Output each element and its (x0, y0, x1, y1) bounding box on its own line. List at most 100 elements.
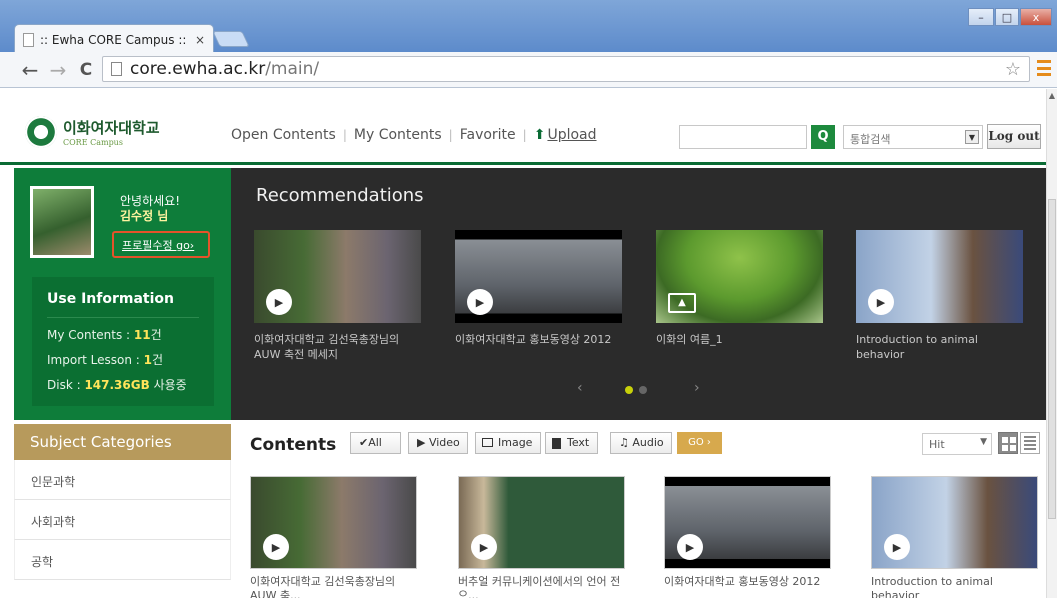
disk-unit: 사용중 (149, 378, 187, 392)
nav-open-contents[interactable]: Open Contents (231, 127, 336, 143)
bookmark-star-icon[interactable]: ☆ (1005, 59, 1021, 80)
recommendation-item[interactable]: ▲ 이화의 여름_1 (656, 230, 823, 347)
carousel-prev-icon[interactable]: ‹ (577, 380, 583, 396)
subject-item[interactable]: 공학 (14, 540, 231, 580)
ewha-emblem-icon (25, 116, 57, 148)
subject-categories: Subject Categories 인문과학 사회과학 공학 (14, 424, 231, 598)
my-contents-unit: 건 (150, 328, 162, 342)
search-input[interactable] (679, 125, 807, 149)
url-host: core.ewha.ac.kr (130, 59, 266, 79)
content-thumbnail[interactable]: ▶ (458, 476, 625, 569)
use-info-title: Use Information (47, 291, 174, 307)
list-view-icon[interactable] (1020, 432, 1040, 454)
nav-favorite[interactable]: Favorite (460, 127, 516, 143)
carousel-next-icon[interactable]: › (694, 380, 700, 396)
grid-view-icon[interactable] (998, 432, 1018, 454)
filter-image-label: Image (498, 436, 533, 449)
recommendation-thumbnail[interactable]: ▶ (254, 230, 421, 323)
play-icon[interactable]: ▶ (471, 534, 497, 560)
content-caption[interactable]: 이화여자대학교 김선욱총장님의 AUW 축... (250, 575, 418, 598)
minimize-button[interactable]: – (968, 8, 994, 26)
sort-select[interactable]: Hit ▼ (922, 433, 992, 455)
chevron-down-icon: ▼ (965, 130, 979, 144)
sort-value: Hit (929, 438, 945, 451)
filter-image-button[interactable]: Image (475, 432, 542, 454)
content-caption[interactable]: 버추얼 커뮤니케이션에서의 언어 전 으... (458, 575, 626, 598)
recommendation-item[interactable]: ▶ 이화여자대학교 홍보동영상 2012 (455, 230, 622, 347)
browser-tab[interactable]: :: Ewha CORE Campus :: × (14, 24, 214, 54)
filter-audio-button[interactable]: ♫ Audio (610, 432, 672, 454)
play-icon[interactable]: ▶ (266, 289, 292, 315)
page-favicon-icon (23, 32, 34, 47)
recommendation-thumbnail[interactable]: ▶ (455, 230, 622, 323)
content-item[interactable]: ▶ Introduction to animal behavior (871, 476, 1039, 598)
recommendation-item[interactable]: ▶ Introduction to animal behavior (856, 230, 1023, 362)
disk-label: Disk : (47, 378, 85, 392)
subject-item[interactable]: 사회과학 (14, 500, 231, 540)
filter-all-button[interactable]: ✔All (350, 432, 401, 454)
search-button[interactable]: Q (811, 125, 835, 149)
import-unit: 건 (151, 353, 164, 367)
search-scope-value: 통합검색 (850, 133, 891, 146)
play-icon[interactable]: ▶ (884, 534, 910, 560)
vertical-scrollbar[interactable]: ▲ (1046, 89, 1057, 598)
recommendation-thumbnail[interactable]: ▶ (856, 230, 1023, 323)
avatar (30, 186, 94, 258)
close-window-button[interactable]: x (1020, 8, 1052, 26)
play-icon[interactable]: ▶ (467, 289, 493, 315)
content-thumbnail[interactable]: ▶ (871, 476, 1038, 569)
upload-icon: ⬆ (533, 127, 546, 143)
filter-text-button[interactable]: Text (545, 432, 599, 454)
url-text: core.ewha.ac.kr/main/ (130, 59, 319, 79)
play-icon[interactable]: ▶ (263, 534, 289, 560)
recommendation-item[interactable]: ▶ 이화여자대학교 김선욱총장님의 AUW 축전 메세지 (254, 230, 421, 362)
content-item[interactable]: ▶ 이화여자대학교 홍보동영상 2012 (664, 476, 832, 589)
divider (47, 317, 199, 318)
content-item[interactable]: ▶ 버추얼 커뮤니케이션에서의 언어 전 으... (458, 476, 626, 598)
go-button[interactable]: GO › (677, 432, 722, 454)
tab-strip: :: Ewha CORE Campus :: × – □ x (0, 0, 1057, 54)
use-information: Use Information My Contents : 11건 Import… (32, 277, 214, 406)
page-icon (111, 62, 122, 76)
logout-button[interactable]: Log out (987, 124, 1041, 149)
scroll-up-icon[interactable]: ▲ (1047, 91, 1057, 100)
content-caption[interactable]: Introduction to animal behavior (871, 575, 1039, 598)
carousel-dot-active[interactable] (625, 386, 633, 394)
address-bar[interactable]: core.ewha.ac.kr/main/ ☆ (102, 56, 1030, 82)
search-scope-select[interactable]: 통합검색 ▼ (843, 125, 983, 149)
nav-separator: | (448, 128, 453, 142)
new-tab-button[interactable] (212, 31, 250, 47)
nav-separator: | (342, 128, 347, 142)
content-caption[interactable]: 이화여자대학교 홍보동영상 2012 (664, 575, 832, 589)
reload-icon[interactable]: C (72, 60, 100, 80)
back-arrow-icon[interactable]: ← (16, 58, 44, 82)
nav-my-contents[interactable]: My Contents (354, 127, 442, 143)
play-icon[interactable]: ▶ (868, 289, 894, 315)
carousel-dot[interactable] (639, 386, 647, 394)
tab-close-icon[interactable]: × (195, 33, 205, 47)
my-contents-value: 11 (133, 328, 151, 342)
browser-menu-icon[interactable] (1037, 60, 1051, 76)
my-contents-count: My Contents : 11건 (32, 326, 214, 343)
greeting-text: 안녕하세요! (120, 194, 181, 208)
forward-arrow-icon[interactable]: → (44, 58, 72, 82)
maximize-button[interactable]: □ (995, 8, 1019, 26)
subject-item[interactable]: 인문과학 (14, 460, 231, 500)
play-icon[interactable]: ▶ (677, 534, 703, 560)
import-lesson-count: Import Lesson : 1건 (32, 351, 214, 368)
content-thumbnail[interactable]: ▶ (664, 476, 831, 569)
content-thumbnail[interactable]: ▶ (250, 476, 417, 569)
nav-upload[interactable]: Upload (547, 127, 596, 143)
filter-video-button[interactable]: ▶ Video (408, 432, 468, 454)
image-icon: ▲ (668, 293, 696, 313)
profile-edit-link[interactable]: 프로필수정 go› (112, 231, 210, 258)
scrollbar-thumb[interactable] (1048, 199, 1056, 519)
recommendation-caption[interactable]: Introduction to animal behavior (856, 332, 1023, 362)
contents-title: Contents (250, 435, 337, 455)
recommendation-caption[interactable]: 이화여자대학교 홍보동영상 2012 (455, 332, 622, 347)
recommendation-thumbnail[interactable]: ▲ (656, 230, 823, 323)
content-item[interactable]: ▶ 이화여자대학교 김선욱총장님의 AUW 축... (250, 476, 418, 598)
site-logo[interactable]: 이화여자대학교 CORE Campus (25, 116, 160, 148)
recommendation-caption[interactable]: 이화의 여름_1 (656, 332, 823, 347)
recommendation-caption[interactable]: 이화여자대학교 김선욱총장님의 AUW 축전 메세지 (254, 332, 421, 362)
